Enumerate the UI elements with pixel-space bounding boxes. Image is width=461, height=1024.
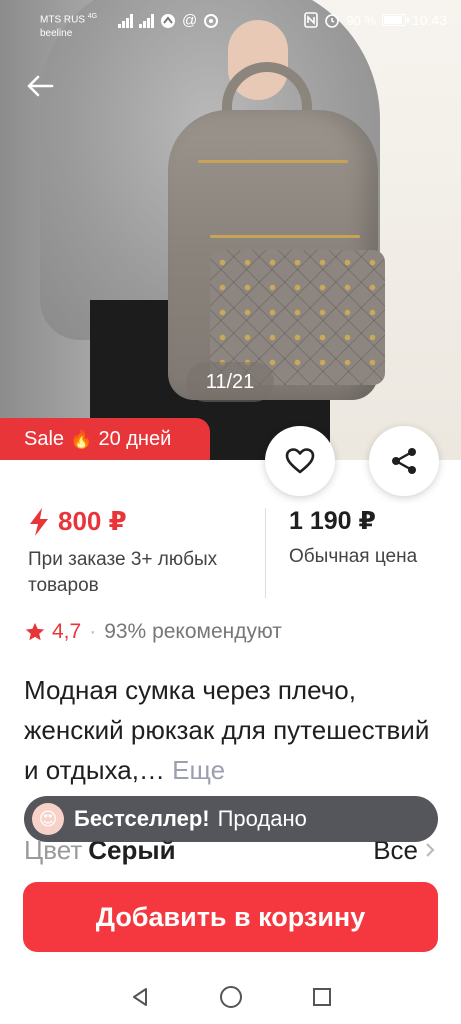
heart-eyes-emoji-icon: 😍 <box>32 803 64 835</box>
at-icon: @ <box>182 12 198 29</box>
price-divider <box>265 508 266 598</box>
signal-icon <box>118 13 133 28</box>
product-title-text: Модная сумка через плечо, женский рюкзак… <box>24 675 430 785</box>
add-to-cart-button[interactable]: Добавить в корзину <box>23 882 438 952</box>
more-link[interactable]: Еще <box>172 755 225 785</box>
regular-note: Обычная цена <box>289 546 418 567</box>
status-icons-right: 90 % 10:43 <box>304 12 447 28</box>
favorite-button[interactable] <box>265 426 335 496</box>
share-icon <box>392 448 416 474</box>
sale-badge: Sale 🔥 20 дней <box>0 418 210 460</box>
back-triangle-icon[interactable] <box>129 986 151 1008</box>
photo-zipper <box>210 235 360 238</box>
system-nav-bar <box>0 970 461 1024</box>
rating-score: 4,7 <box>52 620 82 643</box>
sold-label: Продано <box>217 806 307 831</box>
bestseller-label: Бестселлер! <box>74 806 210 831</box>
photo-zipper <box>198 160 348 163</box>
battery-icon <box>381 14 409 26</box>
home-circle-icon[interactable] <box>219 985 243 1009</box>
network-type: 4G <box>87 13 98 20</box>
nfc-icon <box>304 12 319 28</box>
carrier-name-2: beeline <box>40 28 73 40</box>
lightning-icon <box>30 507 48 536</box>
fire-icon: 🔥 <box>70 428 93 449</box>
share-button[interactable] <box>369 426 439 496</box>
back-arrow-icon <box>27 75 54 97</box>
alarm-icon <box>325 14 340 28</box>
discount-price: 800 ₽ <box>58 506 127 536</box>
regular-price: 1 190 ₽ <box>289 507 376 535</box>
sale-days: 20 дней <box>98 427 172 450</box>
heart-icon <box>285 448 315 474</box>
gallery-counter: 11/21 <box>186 362 274 402</box>
bestseller-toast: 😍 Бестселлер! Продано <box>24 796 438 842</box>
star-icon <box>25 622 45 641</box>
discount-note: При заказе 3+ любых товаров <box>28 549 218 596</box>
carrier-info: MTS RUS 4G beeline <box>40 10 97 41</box>
rating-row[interactable]: 4,7 · 93% рекомендуют <box>24 620 282 644</box>
circle-icon <box>204 13 219 28</box>
signal-icon <box>139 13 154 28</box>
battery-level <box>383 16 402 24</box>
clock: 10:43 <box>411 12 447 28</box>
status-icons-left: @ <box>118 12 219 29</box>
regular-price-block: 1 190 ₽ Обычная цена <box>289 506 417 568</box>
carrier-name: MTS RUS <box>40 14 85 26</box>
back-button[interactable] <box>22 68 58 104</box>
status-bar: MTS RUS 4G beeline @ 90 % 10:43 <box>0 0 461 44</box>
app-icon <box>161 13 175 28</box>
discount-price-block: 800 ₽ При заказе 3+ любых товаров <box>28 506 228 599</box>
recommend-percent: 93% рекомендуют <box>104 620 282 643</box>
product-title[interactable]: Модная сумка через плечо, женский рюкзак… <box>24 670 444 790</box>
battery-percent: 90 % <box>346 12 376 28</box>
rating-separator: · <box>89 620 97 643</box>
recents-square-icon[interactable] <box>311 986 333 1008</box>
sale-label: Sale <box>24 427 65 450</box>
chevron-right-icon <box>426 843 435 857</box>
